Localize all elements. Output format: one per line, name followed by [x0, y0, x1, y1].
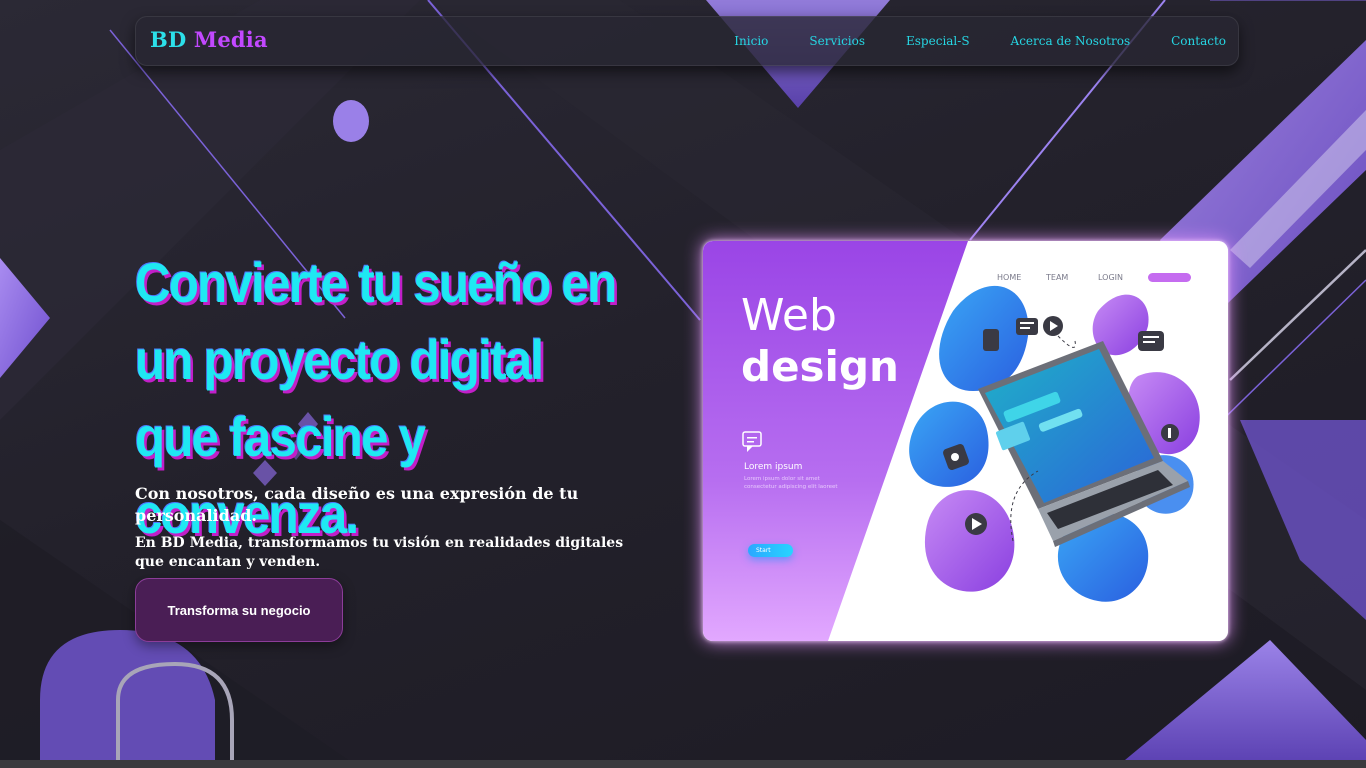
nav-link-servicios[interactable]: Servicios [809, 34, 865, 48]
hero-page: BD Media Inicio Servicios Especial-S Ace… [0, 0, 1366, 768]
illustration-nav-team: TEAM [1046, 273, 1069, 282]
hero-description: En BD Media, transformamos tu visión en … [135, 535, 624, 570]
nav-link-contacto[interactable]: Contacto [1171, 34, 1226, 48]
bottom-taskbar-strip [0, 760, 1366, 768]
nav-link-inicio[interactable]: Inicio [734, 34, 768, 48]
illustration-nav-login: LOGIN [1098, 273, 1124, 282]
hero-subtitle: Con nosotros, cada diseño es una expresi… [135, 484, 579, 525]
illustration-lorem-title: Lorem ipsum [744, 462, 803, 472]
web-design-illustration: Web design HOME TEAM LOGIN Lorem ipsum L… [703, 241, 1228, 641]
nav-links: Inicio Servicios Especial-S Acerca de No… [693, 17, 1226, 65]
transforma-negocio-button[interactable]: Transforma su negocio [135, 578, 343, 642]
illustration-start-button: Start [748, 544, 793, 557]
illustration-lorem-body: Lorem ipsum dolor sit amet consectetur a… [744, 476, 838, 490]
illustration-nav-home: HOME [997, 273, 1022, 282]
brand-bd-text: BD [150, 27, 187, 52]
nav-link-acerca-de-nosotros[interactable]: Acerca de Nosotros [1011, 34, 1131, 48]
top-navbar: BD Media Inicio Servicios Especial-S Ace… [135, 16, 1239, 66]
illustration-design-text: design [741, 342, 899, 391]
brand-logo[interactable]: BD Media [150, 27, 268, 52]
brand-media-text: Media [193, 27, 268, 52]
nav-link-especial-s[interactable]: Especial-S [906, 34, 970, 48]
illustration-web-text: Web [741, 290, 837, 341]
